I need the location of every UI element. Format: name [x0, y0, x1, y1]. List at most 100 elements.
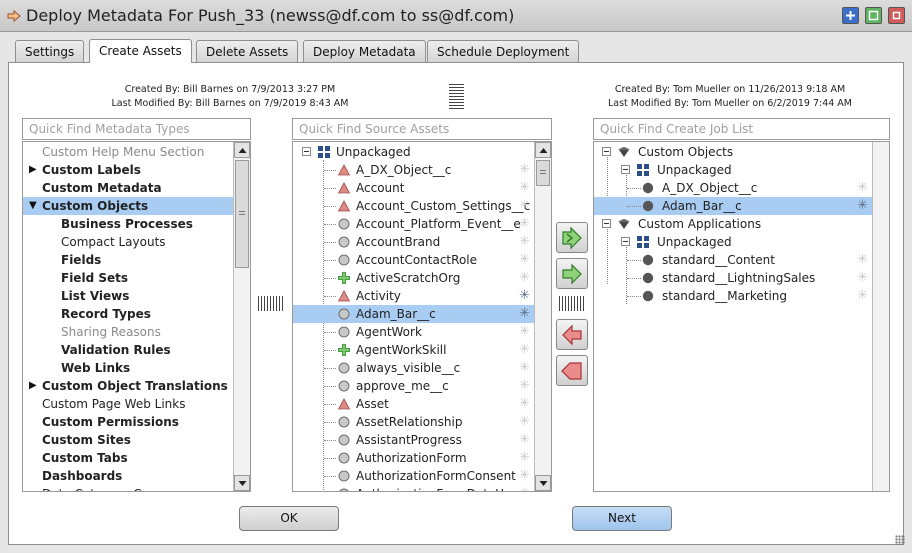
metadata-type-item[interactable]: ▼ Custom Objects — [23, 197, 233, 215]
source-assets-list[interactable]: Unpackaged A_DX_Object__c ✳ Account ✳ Accoun… — [292, 141, 552, 492]
window-resize-grip-icon[interactable] — [895, 535, 905, 545]
source-asset-item[interactable]: AccountBrand ✳ — [293, 233, 534, 251]
metadata-type-item[interactable]: Custom Tabs — [23, 449, 233, 467]
star-icon[interactable]: ✳ — [519, 431, 530, 449]
star-icon[interactable]: ✳ — [519, 341, 530, 359]
job-list-item[interactable]: Unpackaged — [594, 161, 872, 179]
resize-grip-icon[interactable] — [449, 84, 464, 110]
splitter-grip-icon[interactable] — [559, 296, 585, 311]
metadata-type-item[interactable]: ▶ Custom Object Translations — [23, 377, 233, 395]
source-asset-item[interactable]: Account_Platform_Event__e ✳ — [293, 215, 534, 233]
star-icon[interactable]: ✳ — [519, 449, 530, 467]
metadata-type-item[interactable]: Custom Metadata — [23, 179, 233, 197]
source-asset-item[interactable]: Asset ✳ — [293, 395, 534, 413]
star-icon[interactable]: ✳ — [857, 179, 868, 197]
collapse-toggle-icon[interactable] — [602, 147, 611, 156]
metadata-type-item[interactable]: ▶ Custom Labels — [23, 161, 233, 179]
metadata-type-item[interactable]: Dashboards — [23, 467, 233, 485]
job-list-scrollbar[interactable] — [872, 142, 889, 491]
collapsed-arrow-icon[interactable]: ▶ — [29, 377, 37, 395]
star-icon[interactable]: ✳ — [519, 413, 530, 431]
collapse-toggle-icon[interactable] — [602, 219, 611, 228]
job-list-item[interactable]: Unpackaged — [594, 233, 872, 251]
metadata-type-item[interactable]: Field Sets — [23, 269, 233, 287]
source-asset-item[interactable]: AuthorizationFormConsent ✳ — [293, 467, 534, 485]
star-icon[interactable]: ✳ — [519, 287, 530, 305]
metadata-type-item[interactable]: Business Processes — [23, 215, 233, 233]
metadata-type-item[interactable]: List Views — [23, 287, 233, 305]
scroll-up-button[interactable] — [234, 142, 250, 158]
star-icon[interactable]: ✳ — [519, 485, 530, 491]
metadata-type-item[interactable]: Custom Help Menu Section — [23, 143, 233, 161]
star-icon[interactable]: ✳ — [519, 179, 530, 197]
close-button[interactable] — [888, 7, 905, 24]
scroll-down-button[interactable] — [234, 475, 250, 491]
source-asset-item[interactable]: AssistantProgress ✳ — [293, 431, 534, 449]
expanded-arrow-icon[interactable]: ▼ — [29, 197, 37, 215]
job-list-item[interactable]: Custom Objects — [594, 143, 872, 161]
scroll-down-button[interactable] — [535, 475, 551, 491]
job-list-item[interactable]: standard__LightningSales ✳ — [594, 269, 872, 287]
add-all-button[interactable] — [556, 222, 588, 253]
remove-selected-button[interactable] — [556, 319, 588, 350]
tab-create-assets[interactable]: Create Assets — [89, 39, 192, 63]
star-icon[interactable]: ✳ — [857, 287, 868, 305]
star-icon[interactable]: ✳ — [519, 251, 530, 269]
scroll-thumb[interactable] — [235, 160, 249, 268]
metadata-type-item[interactable]: Compact Layouts — [23, 233, 233, 251]
star-icon[interactable]: ✳ — [519, 377, 530, 395]
star-icon[interactable]: ✳ — [519, 197, 530, 215]
tab-schedule-deployment[interactable]: Schedule Deployment — [427, 40, 580, 62]
tab-delete-assets[interactable]: Delete Assets — [196, 40, 299, 62]
job-list-item[interactable]: A_DX_Object__c ✳ — [594, 179, 872, 197]
star-icon[interactable]: ✳ — [519, 269, 530, 287]
metadata-type-item[interactable]: Custom Page Web Links — [23, 395, 233, 413]
metadata-type-item[interactable]: Custom Sites — [23, 431, 233, 449]
source-root-row[interactable]: Unpackaged — [293, 143, 534, 161]
source-asset-item[interactable]: Adam_Bar__c ✳ — [293, 305, 534, 323]
next-button[interactable]: Next — [572, 506, 672, 531]
source-asset-item[interactable]: Activity ✳ — [293, 287, 534, 305]
tab-settings[interactable]: Settings — [15, 40, 85, 62]
metadata-type-item[interactable]: Fields — [23, 251, 233, 269]
job-list-tree[interactable]: Custom Objects Unpackaged A_DX_Object__c ✳ A… — [593, 141, 890, 492]
source-asset-item[interactable]: Account_Custom_Settings__c ✳ — [293, 197, 534, 215]
metadata-types-search-input[interactable] — [22, 118, 251, 140]
source-asset-item[interactable]: AgentWork ✳ — [293, 323, 534, 341]
metadata-type-item[interactable]: Validation Rules — [23, 341, 233, 359]
splitter-grip-icon[interactable] — [258, 296, 284, 311]
source-asset-item[interactable]: AgentWorkSkill ✳ — [293, 341, 534, 359]
job-list-item[interactable]: Adam_Bar__c ✳ — [594, 197, 872, 215]
star-icon[interactable]: ✳ — [519, 359, 530, 377]
maximize-button[interactable] — [842, 7, 859, 24]
source-asset-item[interactable]: ActiveScratchOrg ✳ — [293, 269, 534, 287]
tab-deploy-metadata[interactable]: Deploy Metadata — [303, 40, 426, 62]
source-asset-item[interactable]: AssetRelationship ✳ — [293, 413, 534, 431]
star-icon[interactable]: ✳ — [519, 161, 530, 179]
source-asset-item[interactable]: AuthorizationForm ✳ — [293, 449, 534, 467]
source-asset-item[interactable]: always_visible__c ✳ — [293, 359, 534, 377]
source-asset-item[interactable]: Account ✳ — [293, 179, 534, 197]
metadata-types-scrollbar[interactable] — [233, 142, 250, 491]
add-selected-button[interactable] — [556, 258, 588, 289]
metadata-type-item[interactable]: Data Category Gr... — [23, 485, 233, 491]
source-assets-scrollbar[interactable] — [534, 142, 551, 491]
scroll-thumb[interactable] — [536, 160, 550, 186]
collapsed-arrow-icon[interactable]: ▶ — [29, 161, 37, 179]
job-list-item[interactable]: standard__Marketing ✳ — [594, 287, 872, 305]
remove-all-button[interactable] — [556, 355, 588, 386]
source-asset-item[interactable]: approve_me__c ✳ — [293, 377, 534, 395]
source-asset-item[interactable]: AuthorizationFormDataUse✳ — [293, 485, 534, 491]
star-icon[interactable]: ✳ — [519, 323, 530, 341]
metadata-type-item[interactable]: Sharing Reasons — [23, 323, 233, 341]
metadata-type-item[interactable]: Web Links — [23, 359, 233, 377]
job-list-item[interactable]: Custom Applications — [594, 215, 872, 233]
restore-button[interactable] — [865, 7, 882, 24]
star-icon[interactable]: ✳ — [519, 305, 530, 323]
star-icon[interactable]: ✳ — [519, 233, 530, 251]
star-icon[interactable]: ✳ — [857, 269, 868, 287]
star-icon[interactable]: ✳ — [519, 215, 530, 233]
metadata-type-item[interactable]: Custom Permissions — [23, 413, 233, 431]
ok-button[interactable]: OK — [239, 506, 339, 531]
collapse-toggle-icon[interactable] — [621, 165, 630, 174]
